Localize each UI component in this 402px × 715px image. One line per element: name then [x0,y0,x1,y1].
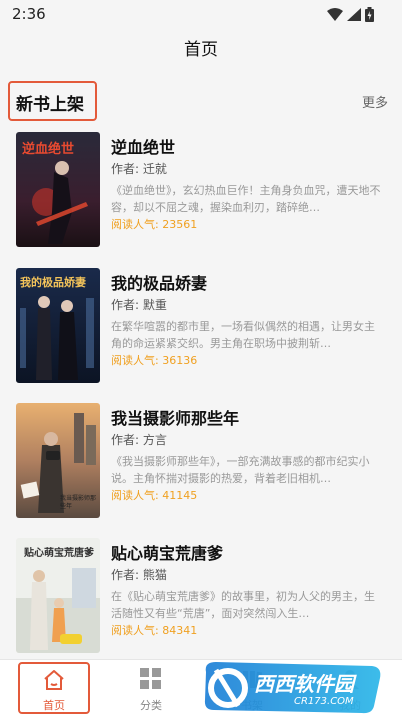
status-icons [327,7,374,22]
book-title[interactable]: 贴心萌宝荒唐爹 [111,540,223,564]
section-header: 新书上架 更多 [0,76,402,124]
page-title: 首页 [184,40,218,60]
cover-title: 我的极品娇妻 [20,276,86,289]
watermark-url: CR173.COM [294,696,354,707]
book-reads: 阅读人气: 36136 [111,354,198,367]
book-title[interactable]: 我的极品娇妻 [111,270,207,294]
book-reads: 阅读人气: 84341 [111,624,198,637]
grid-icon [140,668,161,689]
book-author: 作者: 迁就 [111,162,167,176]
tab-home[interactable]: 首页 [4,660,104,715]
book-reads: 阅读人气: 41145 [111,489,198,502]
book-author: 作者: 默重 [111,298,167,312]
book-item[interactable]: 我的极品娇妻 我的极品娇妻 作者: 默重 在繁华喧嚣的都市里，一场看似偶然的相遇… [0,260,402,383]
cover-title: 贴心萌宝荒唐爹 [24,548,94,559]
watermark-brand: 西西软件园 [254,672,354,696]
home-icon [44,670,64,690]
wifi-icon [327,8,343,21]
tab-label: 首页 [43,699,65,712]
book-author: 作者: 方言 [111,433,167,447]
battery-icon [365,7,374,22]
book-author: 作者: 熊猫 [111,568,167,582]
book-description: 在《贴心萌宝荒唐爹》的故事里，初为人父的男主，生活随性又有些“荒唐”，面对突然闯… [111,590,375,620]
book-item[interactable]: 我当摄影师那些年 我当摄影师那些年 作者: 方言 《我当摄影师那些年》，一部充满… [0,395,402,518]
signal-icon [347,8,361,21]
book-cover[interactable]: 贴心萌宝荒唐爹 [16,538,100,653]
book-description: 《我当摄影师那些年》，一部充满故事感的都市纪实小说。主角怀揣对摄影的热爱，背着老… [111,455,370,485]
tab-label: 分类 [140,699,162,712]
app-header: 首页 [0,30,402,70]
book-cover[interactable]: 我当摄影师那些年 [16,403,100,518]
watermark-logo: 西西软件园 CR173.COM [202,660,384,715]
book-item[interactable]: 贴心萌宝荒唐爹 贴心萌宝荒唐爹 作者: 熊猫 在《贴心萌宝荒唐爹》的故事里，初为… [0,530,402,653]
book-cover[interactable]: 逆血绝世 [16,132,100,247]
book-reads: 阅读人气: 23561 [111,218,198,231]
book-cover[interactable]: 我的极品娇妻 [16,268,100,383]
status-bar: 2:36 [0,0,402,30]
book-title[interactable]: 逆血绝世 [111,134,175,158]
book-description: 在繁华喧嚣的都市里，一场看似偶然的相遇，让男女主角的命运紧紧交织。男主角在职场中… [111,320,375,350]
more-link[interactable]: 更多 [362,92,388,111]
book-item[interactable]: 逆血绝世 逆血绝世 作者: 迁就 《逆血绝世》，玄幻热血巨作！主角身负血咒，遭天… [0,124,402,247]
cover-title: 逆血绝世 [22,142,75,157]
section-title: 新书上架 [16,95,84,115]
cover-title: 我当摄影师那些年 [60,495,97,510]
book-description: 《逆血绝世》，玄幻热血巨作！主角身负血咒，遭天地不容，却以不屈之魂，握染血利刃，… [111,184,381,214]
tab-category[interactable]: 分类 [101,660,201,715]
status-time: 2:36 [12,5,46,23]
book-title[interactable]: 我当摄影师那些年 [111,405,239,429]
